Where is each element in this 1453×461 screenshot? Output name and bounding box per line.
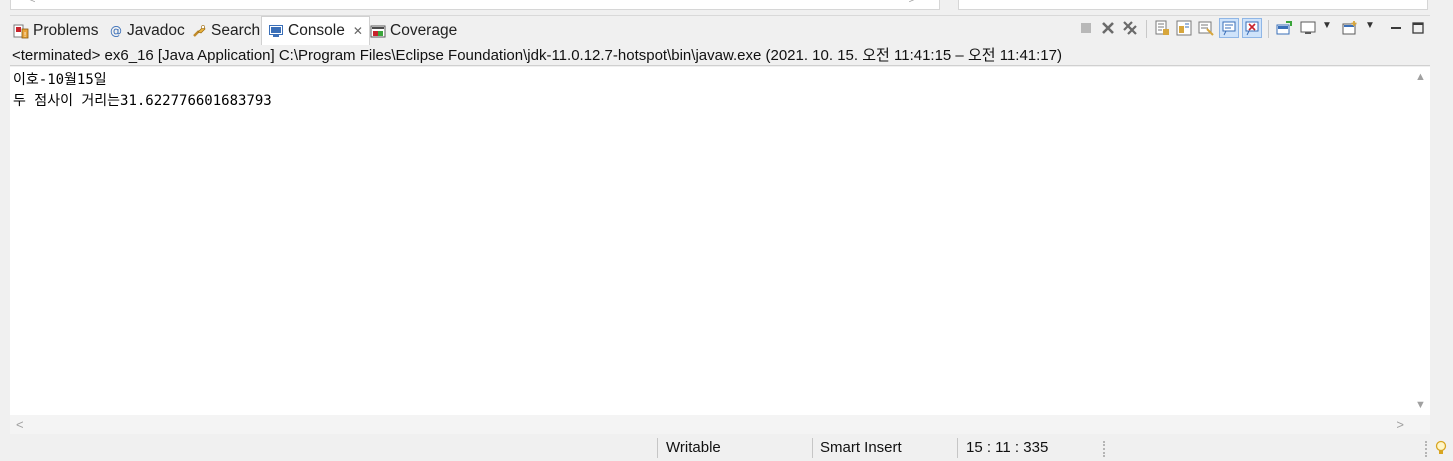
tab-label: Problems: [33, 22, 99, 39]
left-edge: [0, 15, 10, 435]
status-writable: Writable: [666, 439, 721, 456]
scroll-down-icon[interactable]: ▼: [1415, 399, 1426, 411]
console-process-info: <terminated> ex6_16 [Java Application] C…: [10, 45, 1430, 66]
scroll-lock-icon[interactable]: [1154, 20, 1170, 36]
minimize-icon[interactable]: [1388, 20, 1404, 36]
tab-label: Search: [211, 22, 261, 39]
tab-coverage[interactable]: Coverage: [370, 17, 457, 45]
svg-text:@: @: [110, 24, 122, 38]
show-on-stderr-icon[interactable]: [1242, 18, 1262, 38]
remove-launch-icon[interactable]: [1100, 20, 1116, 36]
status-insert-mode: Smart Insert: [820, 439, 902, 456]
lightbulb-icon[interactable]: [1434, 439, 1448, 457]
tab-javadoc[interactable]: @ Javadoc: [109, 17, 185, 45]
scroll-right-icon[interactable]: >: [1396, 417, 1404, 432]
console-line: 두 점사이 거리는31.622776601683793: [13, 93, 272, 109]
scroll-up-icon[interactable]: ▲: [1415, 71, 1426, 83]
show-on-stdout-icon[interactable]: [1219, 18, 1239, 38]
status-bar: Writable Smart Insert 15 : 11 : 335: [0, 435, 1453, 461]
chevron-right-icon[interactable]: >: [909, 0, 915, 6]
search-icon: [191, 23, 207, 39]
display-console-icon[interactable]: [1300, 20, 1316, 36]
tab-label: Javadoc: [127, 22, 185, 39]
scrollbar-corner: [1410, 415, 1430, 434]
open-console-icon[interactable]: [1276, 20, 1292, 36]
status-cursor-position: 15 : 11 : 335: [966, 439, 1049, 456]
vertical-scrollbar[interactable]: ▲ ▼: [1410, 67, 1430, 415]
tab-search[interactable]: Search: [191, 17, 260, 45]
terminate-icon[interactable]: [1078, 20, 1094, 36]
new-console-icon[interactable]: [1342, 20, 1358, 36]
javadoc-icon: @: [109, 23, 123, 39]
word-wrap-icon[interactable]: [1176, 20, 1192, 36]
tab-problems[interactable]: ! Problems: [13, 17, 98, 45]
view-menu-chevron-icon[interactable]: ▼: [1365, 20, 1375, 31]
coverage-icon: [370, 23, 386, 39]
console-toolbar: ▼ ▼: [1070, 17, 1430, 41]
tab-console[interactable]: Console ✕: [261, 16, 370, 45]
side-pane-bottom-edge: [958, 0, 1428, 10]
chevron-left-icon[interactable]: <: [29, 0, 35, 6]
tab-label: Coverage: [390, 22, 458, 39]
chevron-down-icon[interactable]: ▼: [1322, 20, 1332, 31]
console-icon: [268, 23, 284, 39]
maximize-icon[interactable]: [1410, 20, 1426, 36]
horizontal-scrollbar[interactable]: < >: [10, 415, 1410, 434]
svg-text:!: !: [24, 31, 27, 39]
scroll-left-icon[interactable]: <: [16, 417, 24, 432]
console-line: 이호-10월15일: [13, 72, 107, 88]
editor-pane-bottom-edge: < >: [10, 0, 940, 10]
remove-all-terminated-icon[interactable]: [1122, 20, 1138, 36]
close-icon[interactable]: ✕: [353, 24, 363, 38]
problems-icon: !: [13, 23, 29, 39]
tab-label: Console: [288, 22, 345, 39]
console-output-area[interactable]: 이호-10월15일 두 점사이 거리는31.622776601683793: [10, 67, 1410, 415]
pin-console-icon[interactable]: [1198, 20, 1214, 36]
